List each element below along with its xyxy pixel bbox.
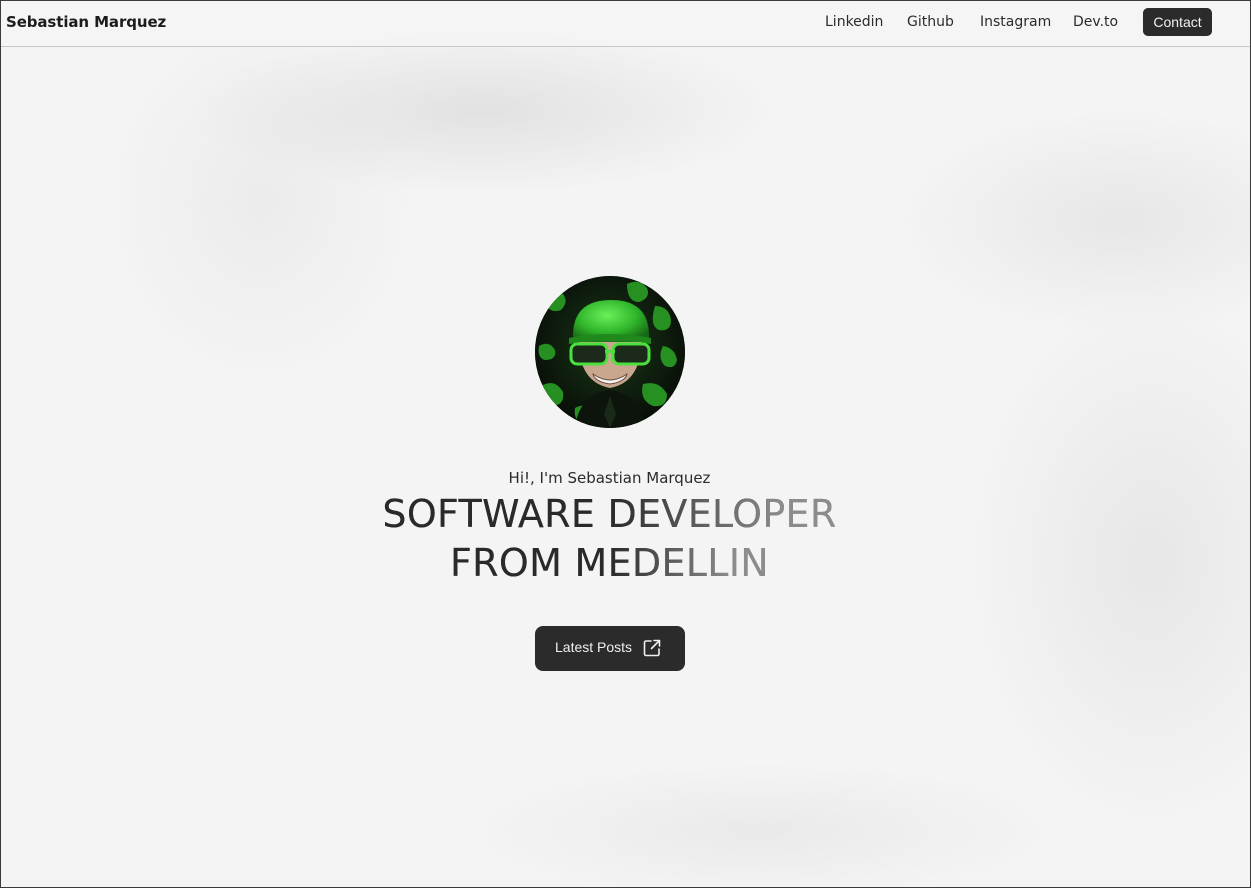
nav-link-github[interactable]: Github xyxy=(907,13,954,31)
hero-headline-line-2: FROM MEDELLIN xyxy=(1,539,1218,587)
contact-button[interactable]: Contact xyxy=(1143,8,1212,36)
nav-link-devto[interactable]: Dev.to xyxy=(1073,13,1118,31)
site-brand[interactable]: Sebastian Marquez xyxy=(6,13,166,31)
avatar xyxy=(535,276,685,428)
latest-posts-button[interactable]: Latest Posts xyxy=(535,626,685,671)
hero-headline-line-1: SOFTWARE DEVELOPER xyxy=(1,490,1218,538)
latest-posts-label: Latest Posts xyxy=(555,639,633,655)
page-frame: Sebastian Marquez Linkedin Github Instag… xyxy=(0,0,1251,888)
hero-greeting: Hi!, I'm Sebastian Marquez xyxy=(508,469,711,487)
headline-text-2: FROM MEDELLIN xyxy=(450,541,769,585)
avatar-image xyxy=(535,276,685,428)
top-navigation-bar: Sebastian Marquez Linkedin Github Instag… xyxy=(1,1,1250,47)
nav-link-instagram[interactable]: Instagram xyxy=(980,13,1051,31)
headline-text-1: SOFTWARE DEVELOPER xyxy=(382,492,837,536)
nav-link-linkedin[interactable]: Linkedin xyxy=(825,13,883,31)
external-link-icon xyxy=(643,639,661,657)
